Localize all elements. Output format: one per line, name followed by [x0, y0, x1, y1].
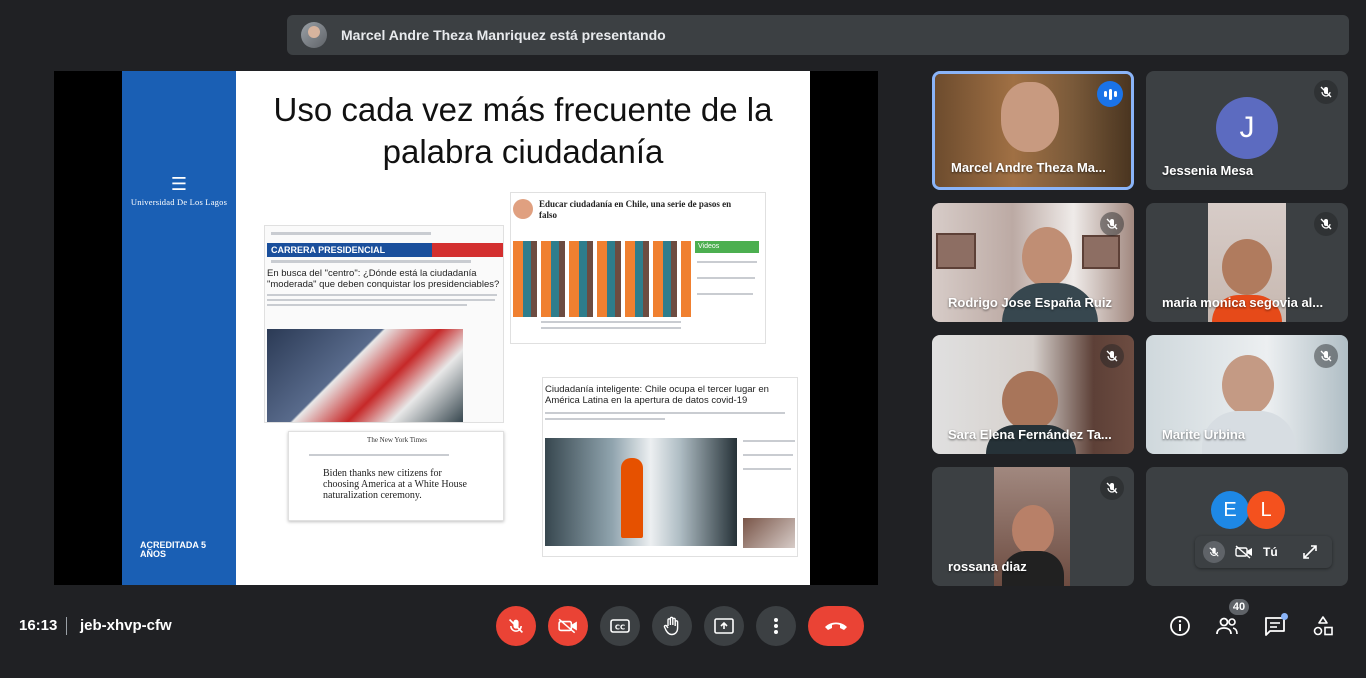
divider	[66, 617, 67, 635]
people-button[interactable]	[1213, 612, 1241, 640]
participant-name: Marite Urbina	[1162, 427, 1246, 442]
self-mic-off-icon[interactable]	[1203, 541, 1225, 563]
meeting-code: jeb-xhvp-cfw	[80, 617, 172, 634]
participant-name: Sara Elena Fernández Ta...	[948, 427, 1112, 442]
camera-toggle-button[interactable]	[548, 606, 588, 646]
participants-count-badge: 40	[1229, 599, 1249, 615]
raise-hand-button[interactable]	[652, 606, 692, 646]
clip2-video-box: Videos	[695, 241, 759, 253]
participant-figure	[1222, 239, 1272, 295]
participant-tile-6[interactable]: rossana diaz	[932, 467, 1134, 586]
news-clip-inteligente: Ciudadanía inteligente: Chile ocupa el t…	[542, 377, 798, 557]
clip1-headline: En busca del "centro": ¿Dónde está la ci…	[267, 268, 500, 290]
participant-name: Jessenia Mesa	[1162, 163, 1254, 178]
captions-icon: CC	[610, 619, 630, 633]
participant-tile-4[interactable]: Sara Elena Fernández Ta...	[932, 335, 1134, 454]
presenting-banner: Marcel Andre Theza Manriquez está presen…	[287, 15, 1349, 55]
clip1-banner: CARRERA PRESIDENCIAL	[267, 243, 503, 257]
mic-toggle-button[interactable]	[496, 606, 536, 646]
accreditation-text: ACREDITADA 5 AÑOS	[140, 540, 207, 559]
participant-figure	[1002, 371, 1058, 431]
muted-mic-icon	[1100, 212, 1124, 236]
hang-up-icon	[825, 622, 847, 630]
present-now-button[interactable]	[704, 606, 744, 646]
speaking-indicator-icon	[1097, 81, 1123, 107]
activities-icon	[1313, 616, 1333, 636]
participant-chip-l: L	[1247, 491, 1285, 529]
presenter-text: Marcel Andre Theza Manriquez está presen…	[341, 27, 666, 43]
presenter-avatar	[301, 22, 327, 48]
covid-worker-figure	[621, 458, 643, 538]
muted-mic-icon	[1100, 476, 1124, 500]
university-name: Universidad De Los Lagos	[130, 197, 228, 207]
news-clip-educar: Educar ciudadanía en Chile, una serie de…	[510, 192, 766, 344]
muted-mic-icon	[1314, 80, 1338, 104]
self-tile[interactable]: E L Tú	[1146, 467, 1348, 586]
participant-tile-3[interactable]: maria monica segovia al...	[1146, 203, 1348, 322]
participant-name: maria monica segovia al...	[1162, 295, 1324, 310]
shared-screen[interactable]: ☰ Universidad De Los Lagos ACREDITADA 5 …	[54, 71, 878, 585]
clip2-headline: Educar ciudadanía en Chile, una serie de…	[539, 199, 732, 220]
slide-title-line-2: palabra ciudadanía	[382, 133, 664, 170]
hand-icon	[663, 616, 679, 636]
participant-name: Rodrigo Jose España Ruiz	[948, 295, 1112, 310]
self-controls: Tú	[1195, 536, 1332, 568]
more-options-button[interactable]	[756, 606, 796, 646]
clip3-headline: Ciudadanía inteligente: Chile ocupa el t…	[545, 384, 769, 406]
participant-tile-5[interactable]: Marite Urbina	[1146, 335, 1348, 454]
accreditation-seal: ACREDITADA 5 AÑOS	[140, 541, 232, 561]
nyt-masthead: The New York Times	[367, 436, 427, 444]
slide-title: Uso cada vez más frecuente de la palabra…	[236, 89, 810, 173]
participant-figure	[1022, 227, 1072, 287]
participant-avatar: J	[1216, 97, 1278, 159]
meeting-time: 16:13	[19, 617, 58, 634]
muted-mic-icon	[1100, 344, 1124, 368]
camera-off-icon	[558, 618, 577, 634]
muted-mic-icon	[1314, 344, 1338, 368]
activities-button[interactable]	[1309, 612, 1337, 640]
participant-name: Marcel Andre Theza Ma...	[951, 160, 1106, 175]
ballot-photo	[267, 329, 463, 422]
participant-chip-e: E	[1211, 491, 1249, 529]
mic-off-icon	[508, 618, 524, 634]
slide-sidebar	[122, 71, 236, 585]
expand-icon[interactable]	[1302, 544, 1318, 560]
participant-tile-1[interactable]: J Jessenia Mesa	[1146, 71, 1348, 190]
people-icon	[1216, 617, 1238, 635]
news-clip-nyt: The New York Times Biden thanks new citi…	[288, 431, 504, 521]
university-logo: ☰ Universidad De Los Lagos	[122, 175, 236, 207]
muted-mic-icon	[1314, 212, 1338, 236]
self-label: Tú	[1263, 545, 1278, 559]
present-screen-icon	[714, 618, 734, 634]
info-icon	[1170, 616, 1190, 636]
self-camera-off-icon[interactable]	[1235, 545, 1253, 559]
participant-tile-2[interactable]: Rodrigo Jose España Ruiz	[932, 203, 1134, 322]
participant-figure	[1012, 505, 1054, 555]
captions-button[interactable]: CC	[600, 606, 640, 646]
university-mark-icon: ☰	[170, 174, 188, 194]
chat-notification-dot	[1281, 613, 1288, 620]
presentation-slide: ☰ Universidad De Los Lagos ACREDITADA 5 …	[122, 71, 810, 585]
slide-title-line-1: Uso cada vez más frecuente de la	[273, 91, 773, 128]
participant-name: rossana diaz	[948, 559, 1027, 574]
meeting-details-button[interactable]	[1166, 612, 1194, 640]
svg-text:CC: CC	[615, 624, 625, 632]
participant-figure	[1001, 82, 1059, 152]
participant-figure	[1222, 355, 1274, 415]
clip4-headline: Biden thanks new citizens for choosing A…	[323, 468, 467, 501]
participant-tile-0[interactable]: Marcel Andre Theza Ma...	[932, 71, 1134, 190]
hands-photo	[513, 241, 691, 317]
more-vert-icon	[774, 618, 778, 634]
news-clip-centro: CARRERA PRESIDENCIAL En busca del "centr…	[264, 225, 504, 423]
leave-call-button[interactable]	[808, 606, 864, 646]
